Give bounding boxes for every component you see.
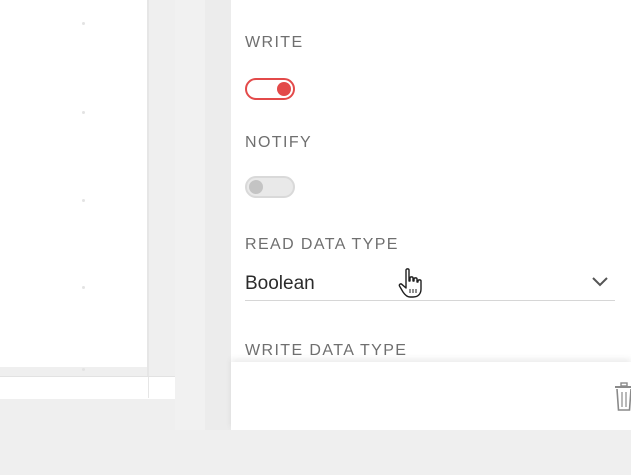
chevron-down-icon (592, 277, 608, 287)
panel-gutter (205, 0, 231, 430)
hand-pointer-icon (398, 268, 422, 298)
notify-label: NOTIFY (245, 134, 313, 151)
write-data-type-label: WRITE DATA TYPE (245, 342, 408, 359)
notify-toggle[interactable] (245, 176, 295, 198)
grid-dot (82, 368, 85, 371)
read-data-type-select[interactable]: Boolean (245, 265, 615, 301)
grid-dot (82, 199, 85, 202)
canvas-area[interactable] (0, 0, 147, 371)
grid-dot (82, 111, 85, 114)
grid-dot (82, 286, 85, 289)
scrollbar-track (0, 377, 149, 398)
app-stage: WRITE NOTIFY READ DATA TYPE Boolean WRIT… (0, 0, 631, 475)
write-label: WRITE (245, 34, 304, 51)
write-toggle[interactable] (245, 78, 295, 100)
properties-panel: WRITE NOTIFY READ DATA TYPE Boolean WRIT… (231, 0, 631, 362)
trash-icon[interactable] (614, 382, 631, 412)
read-data-type-value: Boolean (245, 273, 315, 294)
panel-footer (231, 362, 631, 430)
canvas-divider (147, 0, 149, 376)
canvas-edge (175, 0, 205, 430)
toggle-knob (249, 180, 263, 194)
grid-dot (82, 22, 85, 25)
bottom-bar (0, 430, 631, 475)
horizontal-scrollbar[interactable] (0, 376, 175, 399)
read-data-type-label: READ DATA TYPE (245, 236, 399, 253)
toggle-knob (277, 82, 291, 96)
